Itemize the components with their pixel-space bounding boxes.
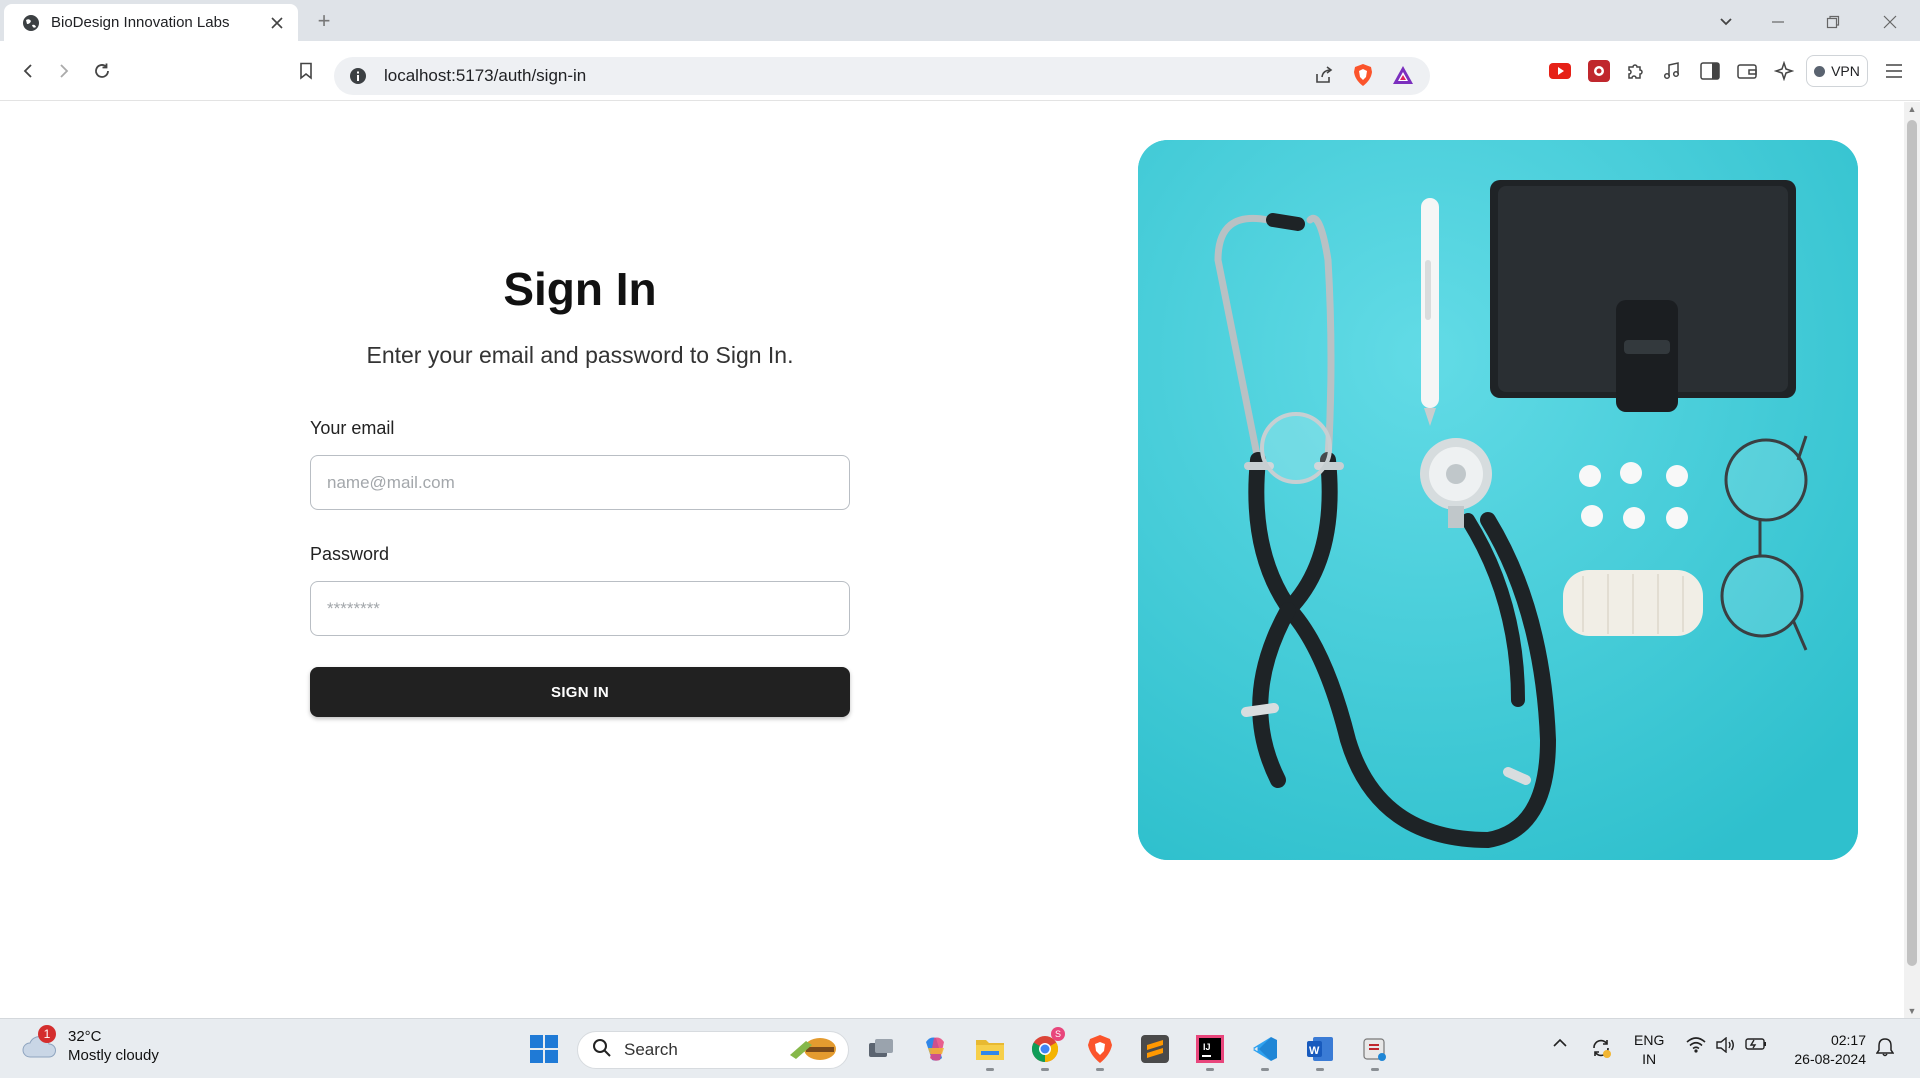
sign-in-button[interactable]: SIGN IN [310, 667, 850, 717]
forward-icon[interactable] [50, 57, 78, 85]
region-code: IN [1642, 1051, 1657, 1067]
sublime-text-icon[interactable] [1137, 1031, 1173, 1067]
page-viewport: Sign In Enter your email and password to… [0, 102, 1920, 1018]
search-placeholder: Search [624, 1040, 678, 1059]
svg-text:IJ: IJ [1203, 1042, 1211, 1052]
language-indicator[interactable]: ENG IN [1634, 1031, 1664, 1069]
reload-icon[interactable] [88, 57, 116, 85]
weather-temperature: 32°C [68, 1028, 102, 1045]
running-indicator [1206, 1068, 1214, 1071]
snipping-tool-icon[interactable] [1357, 1031, 1393, 1071]
media-music-icon[interactable] [1658, 57, 1686, 85]
search-icon [592, 1038, 612, 1063]
running-indicator [986, 1068, 994, 1071]
language-code: ENG [1634, 1032, 1665, 1048]
file-explorer-icon[interactable] [972, 1031, 1008, 1071]
search-highlight-icon [786, 1033, 842, 1068]
running-indicator [1096, 1068, 1104, 1071]
vpn-label: VPN [1831, 63, 1860, 79]
volume-icon[interactable] [1715, 1037, 1735, 1053]
page-subtitle: Enter your email and password to Sign In… [366, 342, 794, 368]
share-icon[interactable] [1314, 65, 1334, 90]
windows-start-icon[interactable] [526, 1031, 562, 1067]
password-label: Password [310, 544, 390, 564]
tab-strip: BioDesign Innovation Labs + [0, 0, 1920, 41]
address-bar[interactable]: localhost:5173/auth/sign-in [334, 57, 1430, 95]
running-indicator [1261, 1068, 1269, 1071]
menu-icon[interactable] [1880, 57, 1908, 85]
new-tab-button[interactable]: + [312, 10, 336, 34]
intellij-idea-icon[interactable]: IJ [1192, 1031, 1228, 1071]
scroll-down-icon[interactable]: ▼ [1907, 1006, 1917, 1016]
clock-time: 02:17 [1830, 1032, 1866, 1048]
vscode-icon[interactable] [1247, 1031, 1283, 1071]
extensions-puzzle-icon[interactable] [1621, 57, 1649, 85]
sidebar-toggle-icon[interactable] [1696, 57, 1724, 85]
show-hidden-icons[interactable] [1552, 1037, 1568, 1049]
chrome-icon[interactable]: S [1027, 1027, 1065, 1071]
running-indicator [1041, 1068, 1049, 1071]
tab-title: BioDesign Innovation Labs [51, 14, 230, 31]
clock-date: 26-08-2024 [1794, 1051, 1866, 1067]
browser-toolbar: localhost:5173/auth/sign-in VPN [0, 41, 1920, 101]
minimize-icon[interactable] [1766, 10, 1790, 34]
brave-rewards-icon[interactable] [1392, 65, 1414, 90]
ublock-extension-icon[interactable] [1585, 57, 1613, 85]
tab-search-icon[interactable] [1714, 10, 1738, 34]
site-info-icon[interactable] [348, 66, 368, 86]
running-indicator [1316, 1068, 1324, 1071]
back-icon[interactable] [14, 57, 42, 85]
bookmark-icon[interactable] [292, 57, 320, 85]
hero-image [1138, 140, 1858, 860]
scrollbar-thumb[interactable] [1907, 120, 1917, 966]
chrome-profile-badge: S [1051, 1027, 1065, 1041]
close-tab-icon[interactable] [266, 12, 288, 34]
weather-widget[interactable]: 1 32°C Mostly cloudy [20, 1025, 159, 1065]
leo-ai-icon[interactable] [1770, 57, 1798, 85]
notebook-illustration [1490, 180, 1796, 412]
vpn-button[interactable]: VPN [1806, 55, 1868, 87]
task-view-icon[interactable] [863, 1031, 899, 1067]
svg-text:W: W [1309, 1045, 1320, 1057]
email-label: Your email [310, 418, 395, 438]
weather-badge: 1 [38, 1025, 56, 1043]
word-icon[interactable]: W [1302, 1031, 1338, 1071]
restore-icon[interactable] [1821, 10, 1845, 34]
bandage-illustration [1563, 570, 1703, 636]
email-field[interactable] [310, 455, 850, 510]
pen-illustration [1421, 198, 1439, 426]
browser-tab[interactable]: BioDesign Innovation Labs [4, 4, 298, 41]
brave-browser-icon[interactable] [1082, 1031, 1118, 1071]
url-text: localhost:5173/auth/sign-in [384, 66, 587, 85]
vpn-status-icon [1814, 65, 1826, 77]
weather-description: Mostly cloudy [68, 1047, 159, 1064]
sync-icon[interactable] [1590, 1037, 1612, 1059]
taskbar-search[interactable]: Search [577, 1031, 849, 1069]
cloud-icon: 1 [20, 1025, 58, 1065]
page-title: Sign In [503, 263, 657, 315]
copilot-icon[interactable] [917, 1031, 953, 1067]
password-field[interactable] [310, 581, 850, 636]
globe-icon [22, 14, 40, 32]
brave-shields-icon[interactable] [1352, 63, 1374, 92]
scroll-up-icon[interactable]: ▲ [1907, 104, 1917, 114]
notification-bell-icon[interactable] [1876, 1037, 1894, 1057]
windows-taskbar: 1 32°C Mostly cloudy Search S IJ W ENG I… [0, 1018, 1920, 1078]
youtube-extension-icon[interactable] [1546, 57, 1574, 85]
clock[interactable]: 02:17 26-08-2024 [1786, 1031, 1866, 1069]
running-indicator [1371, 1068, 1379, 1071]
wallet-icon[interactable] [1733, 57, 1761, 85]
page-scrollbar[interactable]: ▲ ▼ [1904, 102, 1920, 1018]
battery-icon[interactable] [1745, 1037, 1767, 1051]
close-window-icon[interactable] [1878, 10, 1902, 34]
wifi-icon[interactable] [1686, 1037, 1706, 1053]
